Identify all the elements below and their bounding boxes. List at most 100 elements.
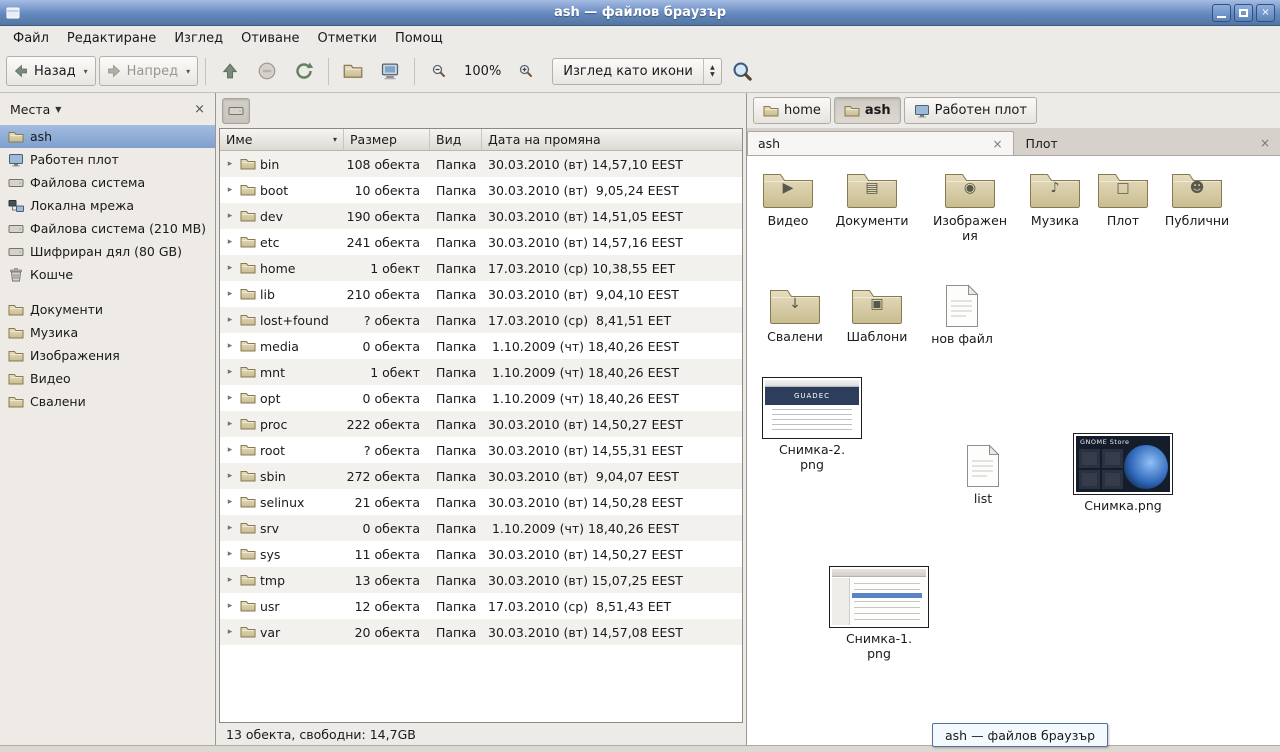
table-row[interactable]: ▸proc222 обектаПапка30.03.2010 (вт) 14,5… bbox=[220, 411, 742, 437]
sidebar-item[interactable]: Работен плот bbox=[0, 148, 215, 171]
zoom-level[interactable]: 100% bbox=[459, 64, 506, 79]
table-row[interactable]: ▸var20 обектаПапка30.03.2010 (вт) 14,57,… bbox=[220, 619, 742, 645]
up-button[interactable] bbox=[213, 56, 247, 86]
table-row[interactable]: ▸bin108 обектаПапка30.03.2010 (вт) 14,57… bbox=[220, 151, 742, 177]
tab-close-icon[interactable]: × bbox=[992, 137, 1002, 151]
expander-icon[interactable]: ▸ bbox=[224, 627, 236, 637]
forward-dropdown-icon[interactable]: ▾ bbox=[186, 67, 190, 76]
reload-button[interactable] bbox=[287, 56, 321, 86]
table-row[interactable]: ▸srv0 обектаПапка 1.10.2009 (чт) 18,40,2… bbox=[220, 515, 742, 541]
expander-icon[interactable]: ▸ bbox=[224, 159, 236, 169]
pathbar-button[interactable]: home bbox=[753, 97, 831, 124]
expander-icon[interactable]: ▸ bbox=[224, 341, 236, 351]
back-button[interactable]: Назад ▾ bbox=[6, 56, 96, 86]
sidebar-item[interactable]: Шифриран дял (80 GB) bbox=[0, 240, 215, 263]
file-new[interactable]: нов файл bbox=[920, 284, 1004, 346]
expander-icon[interactable]: ▸ bbox=[224, 497, 236, 507]
chevron-down-icon[interactable]: ▼ bbox=[55, 105, 61, 114]
pathbar-button[interactable]: ash bbox=[834, 97, 901, 124]
zoom-in-button[interactable] bbox=[509, 56, 543, 86]
icon-view[interactable]: ▶Видео▤Документи◉Изображен ия♪Музика□Пло… bbox=[747, 156, 1280, 745]
menubar-item[interactable]: Файл bbox=[4, 28, 58, 49]
table-row[interactable]: ▸tmp13 обектаПапка30.03.2010 (вт) 15,07,… bbox=[220, 567, 742, 593]
column-header[interactable]: Вид bbox=[430, 129, 482, 150]
table-row[interactable]: ▸selinux21 обектаПапка30.03.2010 (вт) 14… bbox=[220, 489, 742, 515]
maximize-button[interactable] bbox=[1234, 4, 1253, 22]
table-row[interactable]: ▸home1 обектПапка17.03.2010 (ср) 10,38,5… bbox=[220, 255, 742, 281]
expander-icon[interactable]: ▸ bbox=[224, 315, 236, 325]
zoom-out-button[interactable] bbox=[422, 56, 456, 86]
sidebar-item[interactable]: ash bbox=[0, 125, 215, 148]
table-row[interactable]: ▸lost+found? обектаПапка17.03.2010 (ср) … bbox=[220, 307, 742, 333]
column-header[interactable]: Име▾ bbox=[220, 129, 344, 150]
tab-close-icon[interactable]: × bbox=[1260, 136, 1270, 150]
expander-icon[interactable]: ▸ bbox=[224, 237, 236, 247]
expander-icon[interactable]: ▸ bbox=[224, 289, 236, 299]
column-header[interactable]: Дата на промяна bbox=[482, 129, 742, 150]
expander-icon[interactable]: ▸ bbox=[224, 211, 236, 221]
file-list-body[interactable]: ▸bin108 обектаПапка30.03.2010 (вт) 14,57… bbox=[220, 151, 742, 722]
view-mode-select[interactable]: Изглед като икони ▲▼ bbox=[552, 58, 722, 85]
home-button[interactable] bbox=[336, 56, 370, 86]
table-row[interactable]: ▸media0 обектаПапка 1.10.2009 (чт) 18,40… bbox=[220, 333, 742, 359]
table-row[interactable]: ▸sys11 обектаПапка30.03.2010 (вт) 14,50,… bbox=[220, 541, 742, 567]
menubar-item[interactable]: Отиване bbox=[232, 28, 308, 49]
menubar-item[interactable]: Изглед bbox=[165, 28, 232, 49]
minimize-button[interactable] bbox=[1212, 4, 1231, 22]
folder-downloads[interactable]: ↓Свалени bbox=[753, 284, 837, 344]
pathbar-root-button[interactable] bbox=[222, 98, 250, 124]
combo-arrows-icon[interactable]: ▲▼ bbox=[703, 59, 721, 84]
file-list[interactable]: list bbox=[941, 444, 1025, 506]
tab[interactable]: Плот× bbox=[1016, 131, 1280, 155]
sidebar-item[interactable]: Видео bbox=[0, 367, 215, 390]
expander-icon[interactable]: ▸ bbox=[224, 471, 236, 481]
stop-button[interactable] bbox=[250, 56, 284, 86]
expander-icon[interactable]: ▸ bbox=[224, 549, 236, 559]
sidebar-item[interactable]: Музика bbox=[0, 321, 215, 344]
image-snimka-2[interactable]: GUADECСнимка-2. png bbox=[757, 377, 867, 472]
table-row[interactable]: ▸opt0 обектаПапка 1.10.2009 (чт) 18,40,2… bbox=[220, 385, 742, 411]
folder-documents[interactable]: ▤Документи bbox=[830, 168, 914, 228]
table-row[interactable]: ▸lib210 обектаПапка30.03.2010 (вт) 9,04,… bbox=[220, 281, 742, 307]
expander-icon[interactable]: ▸ bbox=[224, 393, 236, 403]
column-header[interactable]: Размер bbox=[344, 129, 430, 150]
expander-icon[interactable]: ▸ bbox=[224, 523, 236, 533]
table-row[interactable]: ▸sbin272 обектаПапка30.03.2010 (вт) 9,04… bbox=[220, 463, 742, 489]
folder-pictures[interactable]: ◉Изображен ия bbox=[927, 168, 1013, 243]
table-row[interactable]: ▸dev190 обектаПапка30.03.2010 (вт) 14,51… bbox=[220, 203, 742, 229]
table-row[interactable]: ▸mnt1 обектПапка 1.10.2009 (чт) 18,40,26… bbox=[220, 359, 742, 385]
folder-templates[interactable]: ▣Шаблони bbox=[835, 284, 919, 344]
folder-desktop[interactable]: □Плот bbox=[1082, 168, 1164, 228]
sidebar-title[interactable]: Места bbox=[10, 102, 50, 117]
search-button[interactable] bbox=[725, 56, 759, 86]
pathbar-button[interactable]: Работен плот bbox=[904, 97, 1037, 124]
table-row[interactable]: ▸etc241 обектаПапка30.03.2010 (вт) 14,57… bbox=[220, 229, 742, 255]
expander-icon[interactable]: ▸ bbox=[224, 185, 236, 195]
sidebar-item[interactable]: Файлова система (210 MB) bbox=[0, 217, 215, 240]
tab[interactable]: ash× bbox=[747, 131, 1014, 155]
sidebar-item[interactable]: Файлова система bbox=[0, 171, 215, 194]
menubar-item[interactable]: Помощ bbox=[386, 28, 452, 49]
sidebar-item[interactable]: Документи bbox=[0, 298, 215, 321]
expander-icon[interactable]: ▸ bbox=[224, 445, 236, 455]
expander-icon[interactable]: ▸ bbox=[224, 263, 236, 273]
image-snimka[interactable]: GNOME StoreСнимка.png bbox=[1068, 433, 1178, 513]
expander-icon[interactable]: ▸ bbox=[224, 367, 236, 377]
sidebar-close-icon[interactable]: × bbox=[194, 102, 205, 117]
folder-video[interactable]: ▶Видео bbox=[747, 168, 829, 228]
expander-icon[interactable]: ▸ bbox=[224, 419, 236, 429]
table-row[interactable]: ▸boot10 обектаПапка30.03.2010 (вт) 9,05,… bbox=[220, 177, 742, 203]
expander-icon[interactable]: ▸ bbox=[224, 575, 236, 585]
menubar-item[interactable]: Редактиране bbox=[58, 28, 165, 49]
menubar-item[interactable]: Отметки bbox=[308, 28, 385, 49]
folder-public[interactable]: ☻Публични bbox=[1155, 168, 1239, 228]
table-row[interactable]: ▸usr12 обектаПапка17.03.2010 (ср) 8,51,4… bbox=[220, 593, 742, 619]
sidebar-item[interactable]: Изображения bbox=[0, 344, 215, 367]
expander-icon[interactable]: ▸ bbox=[224, 601, 236, 611]
sidebar-item[interactable]: Свалени bbox=[0, 390, 215, 413]
forward-button[interactable]: Напред ▾ bbox=[99, 56, 199, 86]
image-snimka-1[interactable]: Снимка-1. png bbox=[824, 566, 934, 661]
table-row[interactable]: ▸root? обектаПапка30.03.2010 (вт) 14,55,… bbox=[220, 437, 742, 463]
back-dropdown-icon[interactable]: ▾ bbox=[84, 67, 88, 76]
computer-button[interactable] bbox=[373, 56, 407, 86]
